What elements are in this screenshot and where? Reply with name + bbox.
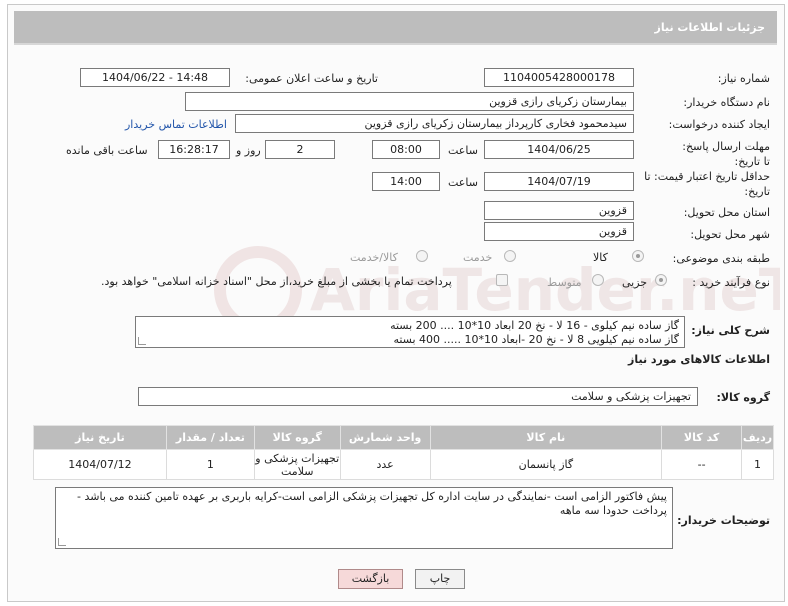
process-radio-medium[interactable]: [592, 274, 604, 286]
cell-goods-group: تجهیزات پزشکی و سلامت: [253, 449, 341, 480]
announce-datetime-label: تاریخ و ساعت اعلان عمومی:: [245, 72, 378, 85]
category-radio-goods-service[interactable]: [416, 250, 428, 262]
validity-date-field: 1404/07/19: [484, 172, 634, 191]
description-line: گاز ساده نیم کیلویی 8 لا - نخ 20 -ابعاد …: [393, 333, 679, 346]
delivery-province-label: استان محل تحویل:: [683, 206, 770, 219]
resize-grip-icon[interactable]: [58, 538, 66, 546]
resize-grip-icon[interactable]: [138, 337, 146, 345]
print-button[interactable]: چاپ: [415, 569, 465, 589]
back-button[interactable]: بازگشت: [338, 569, 403, 589]
need-number-label: شماره نیاز:: [717, 72, 770, 85]
table-header-row: ردیف کد کالا نام کالا واحد شمارش گروه کا…: [33, 425, 774, 450]
page-title: جزئیات اطلاعات نیاز: [654, 21, 766, 34]
category-option-goods-service: کالا/خدمت: [350, 251, 398, 264]
description-label: شرح کلی نیاز:: [691, 324, 770, 337]
process-option-medium: متوسط: [547, 276, 582, 289]
cell-row-number: 1: [741, 449, 774, 480]
col-goods-name: نام کالا: [429, 425, 663, 450]
treasury-payment-note: پرداخت تمام یا بخشی از مبلغ خرید،از محل …: [101, 275, 452, 288]
table-row: 1 -- گاز پانسمان عدد تجهیزات پزشکی و سلا…: [33, 449, 774, 480]
col-quantity: تعداد / مقدار: [165, 425, 255, 450]
validity-time-field: 14:00: [372, 172, 440, 191]
reply-time-field: 08:00: [372, 140, 440, 159]
requester-label: ایجاد کننده درخواست:: [668, 118, 770, 131]
city-field: قزوین: [484, 222, 634, 241]
buyer-notes-textarea[interactable]: پیش فاکتور الزامی است -نمایندگی در سایت …: [55, 487, 673, 549]
cell-quantity: 1: [165, 449, 255, 480]
category-option-service: خدمت: [463, 251, 493, 264]
process-radio-minor[interactable]: [655, 274, 667, 286]
cell-unit: عدد: [339, 449, 431, 480]
description-textarea[interactable]: گاز ساده نیم کیلوی - 16 لا - نخ 20 ابعاد…: [135, 316, 685, 348]
treasury-payment-checkbox[interactable]: [496, 274, 508, 286]
time-remaining-label: ساعت باقی مانده: [66, 144, 148, 157]
time-remaining-field: 16:28:17: [158, 140, 230, 159]
process-type-label: نوع فرآیند خرید :: [692, 276, 770, 289]
reply-date-field: 1404/06/25: [484, 140, 634, 159]
goods-group-field: تجهیزات پزشکی و سلامت: [138, 387, 698, 406]
goods-table: ردیف کد کالا نام کالا واحد شمارش گروه کا…: [33, 425, 774, 480]
need-number-field: 1104005428000178: [484, 68, 634, 87]
col-need-date: تاریخ نیاز: [33, 425, 167, 450]
col-goods-group: گروه کالا: [253, 425, 341, 450]
process-option-minor: جزیی: [622, 276, 648, 289]
reply-deadline-label: مهلت ارسال پاسخ: تا تاریخ:: [682, 140, 770, 168]
day-and-label: روز و: [236, 144, 261, 157]
page-header: جزئیات اطلاعات نیاز: [14, 11, 777, 45]
buyer-notes-label: توضیحات خریدار:: [677, 514, 770, 527]
col-goods-code: کد کالا: [661, 425, 743, 450]
cell-need-date: 1404/07/12: [33, 449, 167, 480]
category-radio-goods[interactable]: [632, 250, 644, 262]
category-label: طبقه بندی موضوعی:: [672, 252, 770, 265]
days-remaining-field: 2: [265, 140, 335, 159]
goods-group-label: گروه کالا:: [716, 391, 770, 404]
cell-goods-name: گاز پانسمان: [429, 449, 663, 480]
category-radio-service[interactable]: [504, 250, 516, 262]
watermark-text: AriaTender.neT: [310, 256, 780, 324]
buyer-notes-text: پیش فاکتور الزامی است -نمایندگی در سایت …: [77, 490, 667, 517]
requester-field: سیدمحمود فخاری کارپرداز بیمارستان زکریای…: [235, 114, 634, 133]
price-validity-label: حداقل تاریخ اعتبار قیمت: تا تاریخ:: [644, 170, 770, 198]
buyer-org-label: نام دستگاه خریدار:: [683, 96, 770, 109]
province-field: قزوین: [484, 201, 634, 220]
category-option-goods: کالا: [593, 251, 608, 264]
cell-goods-code: --: [661, 449, 743, 480]
reply-time-label: ساعت: [448, 144, 478, 157]
validity-time-label: ساعت: [448, 176, 478, 189]
buyer-contact-link[interactable]: اطلاعات تماس خریدار: [125, 118, 227, 131]
goods-info-heading: اطلاعات کالاهای مورد نیاز: [628, 353, 770, 366]
buyer-org-field: بیمارستان زکریای رازی قزوین: [185, 92, 634, 111]
delivery-city-label: شهر محل تحویل:: [690, 228, 770, 241]
announce-datetime-field: 1404/06/22 - 14:48: [80, 68, 230, 87]
description-line: گاز ساده نیم کیلوی - 16 لا - نخ 20 ابعاد…: [390, 319, 679, 332]
col-unit: واحد شمارش: [339, 425, 431, 450]
col-row-number: ردیف: [741, 425, 774, 450]
